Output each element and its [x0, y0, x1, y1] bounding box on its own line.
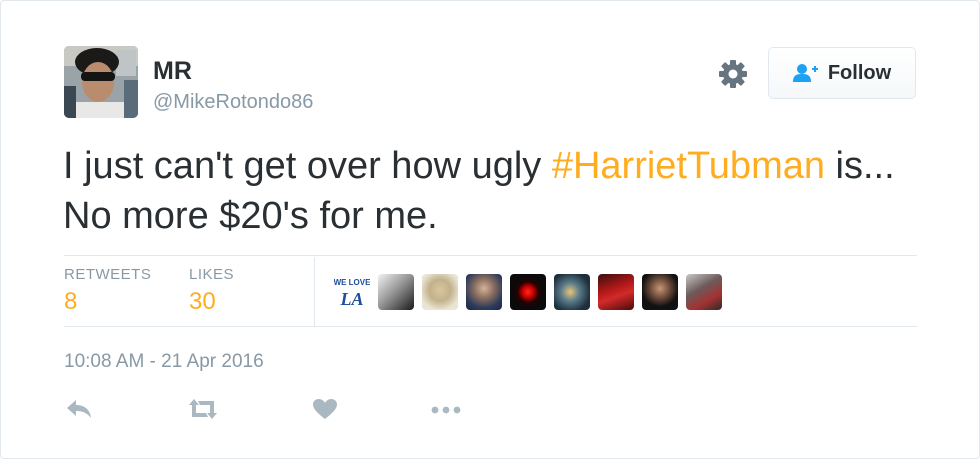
tweet-text-start: I just can't get over how ugly — [63, 145, 552, 187]
liker-avatar-3[interactable] — [422, 274, 458, 310]
liker-avatar-2[interactable] — [378, 274, 414, 310]
reply-icon — [65, 398, 93, 425]
svg-text:LA: LA — [339, 289, 363, 309]
gear-icon[interactable] — [717, 58, 749, 90]
liker-avatar-4[interactable] — [466, 274, 502, 310]
liker-avatar-5[interactable] — [510, 274, 546, 310]
like-button[interactable] — [308, 396, 342, 426]
likes-label: LIKES — [189, 266, 235, 283]
reply-button[interactable] — [62, 396, 96, 426]
retweets-count[interactable]: 8 — [64, 288, 77, 316]
liker-avatar-7[interactable] — [598, 274, 634, 310]
avatar-photo — [64, 46, 138, 118]
likes-count[interactable]: 30 — [189, 288, 216, 316]
user-handle[interactable]: @MikeRotondo86 — [153, 91, 313, 114]
follow-button-label: Follow — [827, 61, 892, 84]
heart-icon — [312, 398, 338, 425]
more-icon — [430, 402, 462, 420]
retweet-icon — [187, 398, 219, 425]
follow-button[interactable]: Follow — [768, 47, 916, 99]
user-display-name[interactable]: MR — [153, 57, 192, 86]
person-add-icon — [792, 63, 819, 83]
tweet-card: MR @MikeRotondo86 Follow I just can't ge… — [0, 0, 980, 459]
hashtag-link[interactable]: #HarrietTubman — [552, 145, 825, 187]
liker-avatar-6[interactable] — [554, 274, 590, 310]
tweet-timestamp[interactable]: 10:08 AM - 21 Apr 2016 — [64, 351, 264, 373]
divider-bottom — [64, 326, 917, 327]
retweets-label: RETWEETS — [64, 266, 152, 283]
stats-separator — [314, 257, 315, 327]
retweet-button[interactable] — [186, 396, 220, 426]
svg-text:WE LOVE: WE LOVE — [334, 278, 370, 287]
dodgers-logo: WE LOVE LA — [334, 274, 370, 310]
user-avatar[interactable] — [64, 46, 138, 118]
liker-avatar-8[interactable] — [642, 274, 678, 310]
divider-top — [64, 255, 917, 256]
liker-avatars: WE LOVE LA — [334, 274, 722, 310]
tweet-text: I just can't get over how ugly #HarrietT… — [63, 141, 933, 241]
liker-avatar-9[interactable] — [686, 274, 722, 310]
more-button[interactable] — [429, 396, 463, 426]
liker-avatar-dodgers[interactable]: WE LOVE LA — [334, 274, 370, 310]
